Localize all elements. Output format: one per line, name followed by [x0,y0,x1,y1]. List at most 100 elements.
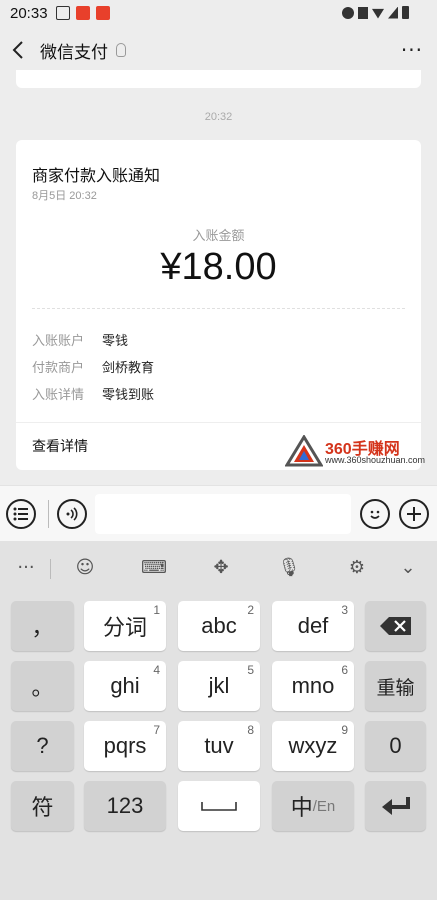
key-jkl[interactable]: jkl 5 [178,661,260,711]
keyboard: ， 分词 1 abc 2 def 3 。 ghi 4 jkl 5 mno 6 重输 ? pq… [0,595,437,900]
more-options-icon[interactable]: ··· [14,557,38,578]
mute-icon [358,6,368,19]
key-reset[interactable]: 重输 [365,661,426,711]
key-pqrs[interactable]: pqrs 7 [84,721,166,771]
wifi-icon [372,8,384,19]
separator [48,500,49,528]
key-label: 。 [31,676,54,701]
keyboard-icon[interactable]: ⌨ [141,557,167,578]
emoji-icon[interactable]: ☺ [73,557,97,578]
row-key: 入账账户 [32,334,85,349]
app-notification-icon [75,6,90,20]
key-number: 7 [153,723,160,737]
key-label: pqrs [103,733,147,758]
more-button[interactable]: ··· [401,38,423,62]
message-input[interactable] [95,494,351,534]
back-button[interactable] [0,26,36,74]
battery-icon [402,6,409,19]
key-number: 6 [341,663,348,677]
key-ghi[interactable]: ghi 4 [84,661,166,711]
separator [50,559,51,579]
key-label: 123 [106,793,144,818]
key-wxyz[interactable]: wxyz 9 [272,721,354,771]
key-label: ghi [110,673,140,698]
space-icon [201,802,237,811]
key-number: 8 [247,723,254,737]
key-abc[interactable]: abc 2 [178,601,260,651]
key-label: ， [31,616,54,641]
row-value: 剑桥教育 [102,361,155,376]
key-def[interactable]: def 3 [272,601,354,651]
key-label: ? [36,733,49,758]
key-label: 中 [290,796,313,821]
alarm-icon [342,6,354,19]
key-label: mno [291,673,335,698]
signal-icon [388,6,398,19]
payment-notification-card[interactable]: 商家付款入账通知 8月5日 20:32 入账金额 ¥18.00 入账账户 零钱 … [16,140,421,470]
key-number: 3 [341,603,348,617]
key-mno[interactable]: mno 6 [272,661,354,711]
menu-button[interactable] [6,499,36,529]
backspace-button[interactable] [365,601,426,651]
key-label: abc [201,613,237,638]
key-label: def [297,613,329,638]
key-tuv[interactable]: tuv 8 [178,721,260,771]
cursor-move-icon[interactable]: ✥ [209,557,233,578]
detail-row-merchant: 付款商户 剑桥教育 [32,357,154,376]
page-title: 微信支付 [40,42,108,62]
key-question[interactable]: ? [11,721,74,771]
microphone-icon[interactable]: 🎙 [277,557,301,578]
previous-message-card[interactable] [16,70,421,88]
backspace-icon [379,617,411,635]
row-key: 付款商户 [32,361,85,376]
detail-row-info: 入账详情 零钱到账 [32,384,154,403]
key-comma[interactable]: ， [11,601,74,651]
key-label: wxyz [288,733,338,758]
chevron-left-icon [12,41,23,59]
enter-key[interactable] [365,781,426,831]
watermark-url: www.360shouzhuan.com [325,455,426,465]
key-period[interactable]: 。 [11,661,74,711]
watermark-triangle-icon [285,435,323,467]
key-label: tuv [204,733,234,758]
emoji-button[interactable] [360,499,390,529]
amount-label: 入账金额 [192,229,245,244]
message-input-bar [0,485,437,541]
key-number: 4 [153,663,160,677]
enter-icon [381,797,410,815]
key-numbers[interactable]: 123 [84,781,166,831]
amount-value: ¥18.00 [160,246,277,288]
key-fenci[interactable]: 分词 1 [84,601,166,651]
settings-icon[interactable]: ⚙ [345,557,369,578]
voice-button[interactable] [57,499,87,529]
card-divider [16,422,421,423]
key-number: 1 [153,603,160,617]
key-zero[interactable]: 0 [365,721,426,771]
plus-icon [407,507,421,521]
view-details-link[interactable]: 查看详情 [32,436,88,456]
key-number: 2 [247,603,254,617]
add-button[interactable] [399,499,429,529]
card-title: 商家付款入账通知 [32,166,161,185]
detail-row-account: 入账账户 零钱 [32,330,128,349]
key-number: 5 [247,663,254,677]
ear-icon [116,43,126,57]
chat-header: 微信支付 ··· [0,26,437,74]
chat-timestamp: 20:32 [204,111,233,123]
key-number: 9 [341,723,348,737]
key-symbols[interactable]: 符 [11,781,74,831]
dashed-divider [32,308,405,309]
language-switch-key[interactable]: 中/En [272,781,354,831]
voice-icon [66,507,78,521]
row-value: 零钱到账 [102,388,155,403]
space-key[interactable] [178,781,260,831]
status-indicators [342,6,409,19]
collapse-keyboard-icon[interactable]: ⌄ [396,557,420,578]
key-label: 重输 [376,676,415,699]
key-label-secondary: /En [312,797,336,815]
key-label: 分词 [102,616,147,641]
app-notification-icon [95,6,110,20]
status-bar: 20:33 [0,0,437,26]
keyboard-toolbar: ··· ☺ ⌨ ✥ 🎙 ⚙ ⌄ [0,541,437,595]
row-value: 零钱 [102,334,129,349]
